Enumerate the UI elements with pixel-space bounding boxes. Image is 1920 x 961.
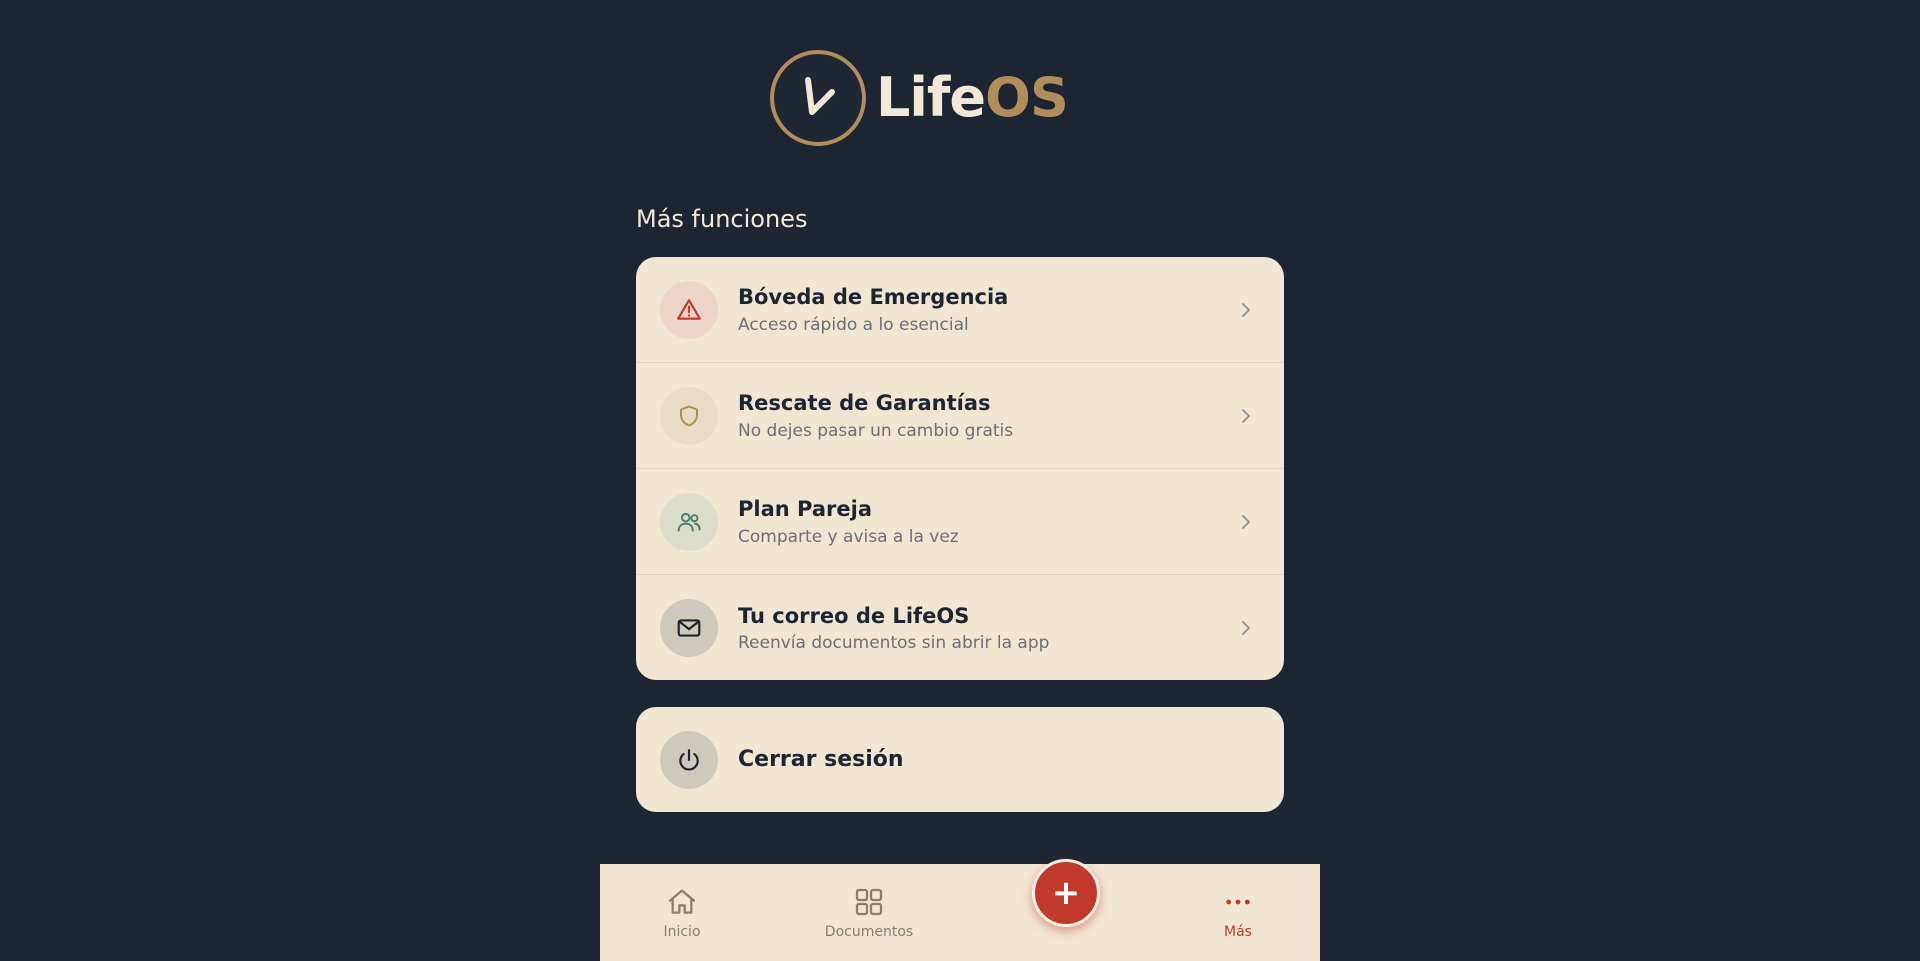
logo-check-icon: [770, 50, 866, 146]
bottom-nav: Inicio Documentos Más: [600, 864, 1320, 961]
more-dots-icon: [1226, 899, 1250, 905]
features-card: Bóveda de Emergencia Acceso rápido a lo …: [636, 257, 1284, 680]
logo-life: Life: [876, 66, 986, 129]
nav-item-documents[interactable]: Documentos: [814, 886, 924, 940]
nav-label-home: Inicio: [663, 924, 701, 940]
grid-icon: [855, 888, 883, 916]
menu-item-subtitle: Acceso rápido a lo esencial: [738, 314, 969, 335]
home-icon: [668, 889, 696, 914]
chevron-right-icon: [1242, 514, 1250, 529]
section-title: Más funciones: [636, 205, 808, 233]
logo-wordmark: LifeOS: [876, 71, 1069, 125]
add-button[interactable]: +: [1032, 859, 1100, 927]
nav-label-more: Más: [1224, 924, 1252, 940]
mail-icon: [660, 599, 718, 657]
logo-os: OS: [985, 66, 1069, 129]
menu-item-warranty-rescue[interactable]: Rescate de Garantías No dejes pasar un c…: [636, 363, 1284, 469]
menu-item-title: Tu correo de LifeOS: [738, 603, 970, 628]
menu-item-couple-plan[interactable]: Plan Pareja Comparte y avisa a la vez: [636, 469, 1284, 575]
nav-label-documents: Documentos: [824, 924, 914, 940]
menu-item-subtitle: No dejes pasar un cambio gratis: [738, 420, 1014, 441]
users-icon: [660, 492, 718, 551]
chevron-right-icon: [1242, 302, 1250, 317]
menu-item-emergency-vault[interactable]: Bóveda de Emergencia Acceso rápido a lo …: [636, 257, 1284, 363]
menu-item-title: Rescate de Garantías: [738, 391, 991, 416]
chevron-right-icon: [1242, 621, 1250, 635]
chevron-right-icon: [1242, 408, 1250, 423]
logout-button[interactable]: Cerrar sesión: [636, 707, 1284, 812]
menu-item-subtitle: Comparte y avisa a la vez: [738, 526, 959, 547]
logout-label: Cerrar sesión: [738, 747, 904, 772]
shield-icon: [660, 386, 718, 445]
app-logo: LifeOS: [770, 50, 1069, 146]
menu-item-title: Plan Pareja: [738, 497, 872, 522]
logout-card: Cerrar sesión: [636, 707, 1284, 812]
warning-triangle-icon: [660, 280, 718, 339]
nav-item-home[interactable]: Inicio: [627, 886, 737, 940]
menu-item-lifeos-mail[interactable]: Tu correo de LifeOS Reenvía documentos s…: [636, 575, 1284, 680]
nav-item-more[interactable]: Más: [1183, 886, 1293, 940]
menu-item-title: Bóveda de Emergencia: [738, 285, 1009, 310]
power-icon: [660, 730, 718, 789]
menu-item-subtitle: Reenvía documentos sin abrir la app: [738, 633, 1050, 654]
